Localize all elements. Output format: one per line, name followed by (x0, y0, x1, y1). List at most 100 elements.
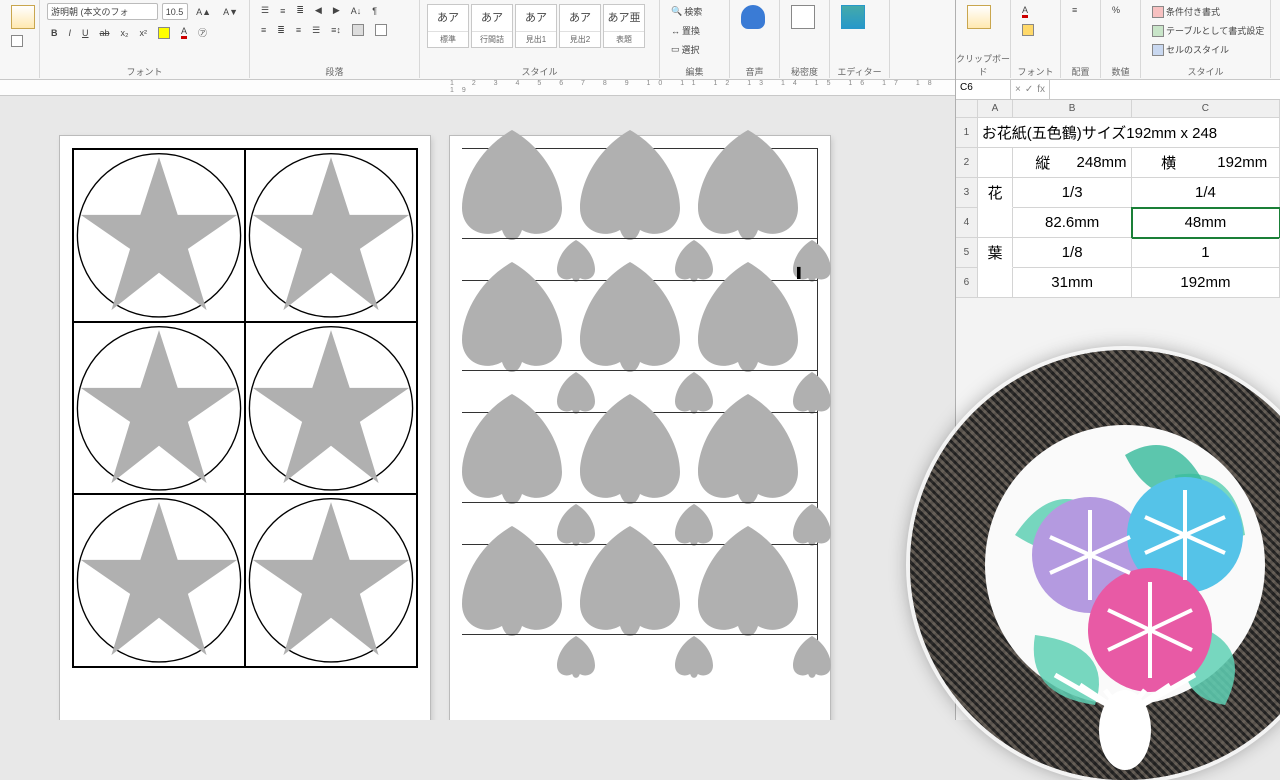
horizontal-ruler[interactable]: 1 2 3 4 5 6 7 8 9 10 11 12 13 14 15 16 1… (0, 80, 955, 96)
bold-button[interactable]: B (47, 24, 62, 41)
excel-fill-color-button[interactable] (1018, 22, 1038, 38)
align-icon: ≡ (1072, 5, 1077, 15)
excel-table-format-button[interactable]: テーブルとして書式設定 (1148, 22, 1268, 39)
table-format-label: テーブルとして書式設定 (1166, 24, 1264, 37)
style-tile-3[interactable]: あア見出2 (559, 4, 601, 48)
align-center-button[interactable]: ≣ (273, 22, 289, 38)
indent-inc-button[interactable]: ▶ (329, 3, 344, 18)
strike-button[interactable]: ab (96, 24, 114, 41)
ruler-marks: 1 2 3 4 5 6 7 8 9 10 11 12 13 14 15 16 1… (450, 80, 940, 94)
italic-button[interactable]: I (65, 24, 76, 41)
sup-button[interactable]: x² (136, 24, 152, 41)
table-icon (1152, 25, 1164, 37)
sensitivity-button[interactable] (787, 3, 819, 53)
name-box[interactable]: C6 (956, 80, 1011, 99)
ruby-button[interactable]: ㋐ (194, 24, 211, 41)
document-area[interactable]: ▌ (0, 96, 955, 720)
font-size-combo[interactable]: 10.5 (162, 3, 188, 20)
replace-button[interactable]: ↔置換 (667, 22, 704, 39)
cell-b3[interactable]: 1/3 (1013, 178, 1132, 208)
cell-c5[interactable]: 1 (1132, 238, 1280, 268)
editor-button[interactable] (837, 3, 869, 53)
excel-font-color-button[interactable]: A (1018, 3, 1032, 20)
row-header-1[interactable]: 1 (956, 118, 978, 148)
cell-c3[interactable]: 1/4 (1132, 178, 1280, 208)
sheet-row: 3 花 1/3 1/4 (956, 178, 1280, 208)
excel-number-label: 数値 (1101, 65, 1140, 78)
row-header-3[interactable]: 3 (956, 178, 978, 208)
indent-dec-button[interactable]: ◀ (311, 3, 326, 18)
row-header-6[interactable]: 6 (956, 268, 978, 298)
numbering-button[interactable]: ≡ (276, 3, 289, 18)
row-header-4[interactable]: 4 (956, 208, 978, 238)
select-all-corner[interactable] (956, 100, 978, 118)
sort-button[interactable]: A↓ (347, 3, 366, 18)
formula-input[interactable] (1050, 80, 1280, 99)
excel-cell-styles-button[interactable]: セルのスタイル (1148, 41, 1233, 58)
paste-button[interactable] (7, 3, 39, 31)
select-button[interactable]: ▭選択 (667, 41, 704, 58)
borders-button[interactable] (371, 22, 391, 38)
col-header-c[interactable]: C (1132, 100, 1280, 118)
style-tile-4[interactable]: あア亜表題 (603, 4, 645, 48)
clipboard-icon (967, 5, 991, 29)
sheet-rows: 1 お花紙(五色鶴)サイズ192mm x 248 2 縦 248mm 横 192… (956, 118, 1280, 298)
b2-value: 248mm (1072, 154, 1131, 171)
cell-a4[interactable] (978, 208, 1014, 238)
paragraph-group-label: 段落 (250, 65, 419, 78)
shrink-font-icon: A▼ (223, 7, 238, 17)
dictate-button[interactable] (737, 3, 769, 53)
cell-a3[interactable]: 花 (978, 178, 1014, 208)
b6-value: 31mm (1051, 274, 1093, 291)
underline-button[interactable]: U (78, 24, 93, 41)
col-header-a[interactable]: A (978, 100, 1014, 118)
multilevel-icon: ≣ (296, 5, 304, 16)
cell-a6[interactable] (978, 268, 1014, 298)
col-header-b[interactable]: B (1013, 100, 1132, 118)
cell-c4[interactable]: 48mm (1132, 208, 1280, 238)
column-headers: A B C (956, 100, 1280, 118)
cancel-formula-icon[interactable]: × (1015, 84, 1021, 95)
shading-button[interactable] (348, 22, 368, 38)
font-color-button[interactable]: A (177, 24, 191, 41)
style-tile-1[interactable]: あア行間詰 (471, 4, 513, 48)
shrink-font-button[interactable]: A▼ (219, 3, 242, 20)
cell-b4[interactable]: 82.6mm (1013, 208, 1132, 238)
find-button[interactable]: 🔍検索 (667, 3, 706, 20)
line-spacing-button[interactable]: ≡↕ (327, 22, 345, 38)
cell-c2[interactable]: 横 192mm (1132, 148, 1280, 178)
enter-formula-icon[interactable]: ✓ (1025, 84, 1033, 95)
cell-a2[interactable] (978, 148, 1014, 178)
row-header-5[interactable]: 5 (956, 238, 978, 268)
cell-b5[interactable]: 1/8 (1013, 238, 1132, 268)
row-header-2[interactable]: 2 (956, 148, 978, 178)
excel-group-clipboard: クリップボード (956, 0, 1011, 78)
cut-button[interactable] (7, 33, 27, 49)
cell-title[interactable]: お花紙(五色鶴)サイズ192mm x 248 (978, 118, 1280, 148)
align-left-button[interactable]: ≡ (257, 22, 270, 38)
excel-cond-format-button[interactable]: 条件付き書式 (1148, 3, 1224, 20)
multilevel-button[interactable]: ≣ (292, 3, 308, 18)
justify-button[interactable]: ☰ (308, 22, 324, 38)
align-right-button[interactable]: ≡ (292, 22, 305, 38)
excel-align-button[interactable]: ≡ (1068, 3, 1081, 17)
show-marks-button[interactable]: ¶ (368, 3, 381, 18)
excel-paste-button[interactable] (963, 3, 995, 31)
grow-font-button[interactable]: A▲ (192, 3, 215, 20)
cell-a5[interactable]: 葉 (978, 238, 1014, 268)
bullets-button[interactable]: ☰ (257, 3, 273, 18)
sub-button[interactable]: x₂ (117, 24, 133, 41)
cell-c6[interactable]: 192mm (1132, 268, 1280, 298)
ribbon-group-paragraph: ☰ ≡ ≣ ◀ ▶ A↓ ¶ ≡ ≣ ≡ ☰ ≡↕ 段落 (250, 0, 420, 78)
font-family-combo[interactable]: 游明朝 (本文のフォ (47, 3, 158, 20)
cell-b6[interactable]: 31mm (1013, 268, 1132, 298)
style-tile-2[interactable]: あア見出1 (515, 4, 557, 48)
highlight-button[interactable] (154, 24, 174, 41)
style-tile-0[interactable]: あア標準 (427, 4, 469, 48)
name-box-value: C6 (960, 82, 973, 93)
fx-icon[interactable]: fx (1037, 84, 1045, 95)
text-cursor: ▌ (797, 268, 804, 279)
excel-number-button[interactable]: % (1108, 3, 1124, 17)
cell-b2[interactable]: 縦 248mm (1013, 148, 1131, 178)
c2-label: 横 (1132, 152, 1206, 173)
